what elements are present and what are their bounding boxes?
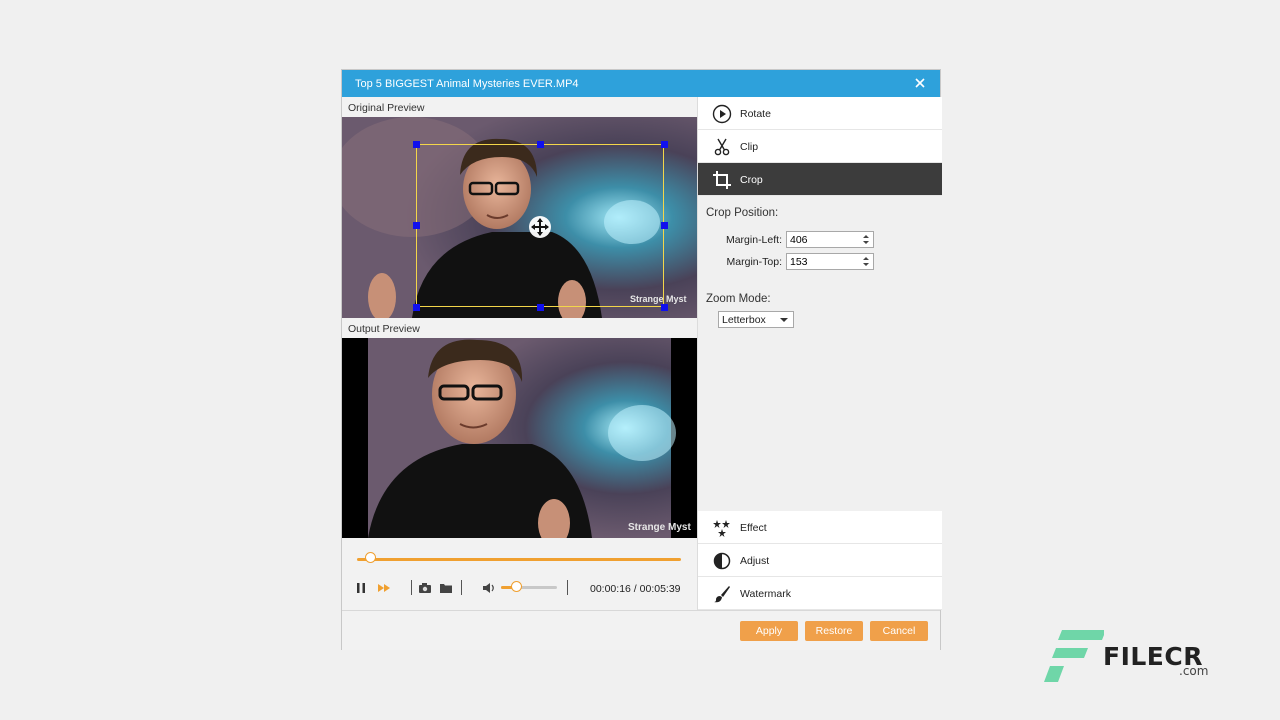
crop-handle-left[interactable]	[413, 222, 420, 229]
zoom-mode-title: Zoom Mode:	[706, 293, 771, 305]
tool-watermark[interactable]: Watermark	[698, 577, 942, 610]
separator	[567, 580, 568, 595]
window-title: Top 5 BIGGEST Animal Mysteries EVER.MP4	[355, 78, 579, 90]
crop-handle-right[interactable]	[661, 222, 668, 229]
tool-rotate-label: Rotate	[740, 108, 771, 120]
margin-top-input[interactable]	[790, 255, 856, 268]
margin-left-label: Margin-Left:	[702, 234, 782, 246]
spinner-arrows-icon[interactable]	[861, 255, 871, 268]
tool-adjust[interactable]: Adjust	[698, 544, 942, 577]
zoom-mode-select[interactable]: Letterbox	[718, 311, 794, 328]
crop-handle-top-left[interactable]	[413, 141, 420, 148]
spinner-arrows-icon[interactable]	[861, 233, 871, 246]
dialog-footer: Apply Restore Cancel	[342, 610, 940, 650]
zoom-mode-value: Letterbox	[722, 314, 766, 326]
tool-clip-label: Clip	[740, 141, 758, 153]
rotate-icon	[712, 104, 732, 124]
chevron-down-icon	[780, 318, 788, 322]
volume-icon[interactable]	[482, 581, 496, 595]
separator	[461, 580, 462, 595]
folder-icon[interactable]	[439, 581, 453, 595]
crop-handle-top-right[interactable]	[661, 141, 668, 148]
tool-effect-label: Effect	[740, 522, 767, 534]
current-time: 00:00:16	[590, 583, 631, 595]
brush-icon	[712, 584, 732, 604]
time-display: 00:00:16 / 00:05:39	[590, 583, 681, 595]
margin-top-label: Margin-Top:	[702, 256, 782, 268]
close-icon[interactable]	[912, 75, 928, 91]
tool-adjust-label: Adjust	[740, 555, 769, 567]
crop-icon	[712, 170, 732, 190]
effect-stars-icon	[712, 518, 732, 538]
tool-rotate[interactable]: Rotate	[698, 97, 942, 130]
original-preview-video: Strange Myst	[342, 117, 697, 318]
tool-watermark-label: Watermark	[740, 588, 791, 600]
adjust-icon	[712, 551, 732, 571]
margin-left-spinner[interactable]	[786, 231, 874, 248]
margin-top-spinner[interactable]	[786, 253, 874, 270]
move-cursor-icon[interactable]	[528, 215, 552, 239]
restore-button[interactable]: Restore	[805, 621, 863, 641]
tool-crop-label: Crop	[740, 174, 763, 186]
original-preview-label: Original Preview	[348, 102, 424, 114]
margin-left-input[interactable]	[790, 233, 856, 246]
volume-knob[interactable]	[511, 581, 522, 592]
progress-bar[interactable]	[357, 558, 681, 561]
progress-knob[interactable]	[365, 552, 376, 563]
crop-position-title: Crop Position:	[706, 207, 778, 219]
filecr-logo-icon	[1044, 628, 1104, 684]
player-controls: 00:00:16 / 00:05:39	[342, 538, 697, 610]
tools-panel: Rotate Clip Crop Crop Position: Margin-L…	[697, 97, 941, 610]
time-separator: /	[634, 583, 637, 595]
camera-icon[interactable]	[418, 581, 432, 595]
crop-handle-bottom[interactable]	[537, 304, 544, 311]
total-time: 00:05:39	[640, 583, 681, 595]
preview-panel: Original Preview	[342, 97, 697, 610]
crop-handle-bottom-right[interactable]	[661, 304, 668, 311]
apply-button[interactable]: Apply	[740, 621, 798, 641]
video-editor-window: Top 5 BIGGEST Animal Mysteries EVER.MP4 …	[341, 69, 941, 650]
fast-forward-icon[interactable]	[377, 581, 391, 595]
tool-crop[interactable]: Crop	[698, 163, 942, 196]
output-preview-label: Output Preview	[348, 323, 420, 335]
pause-icon[interactable]	[354, 581, 368, 595]
scissors-icon	[712, 137, 732, 157]
tool-clip[interactable]: Clip	[698, 130, 942, 163]
cancel-button[interactable]: Cancel	[870, 621, 928, 641]
tool-effect[interactable]: Effect	[698, 511, 942, 544]
crop-handle-top[interactable]	[537, 141, 544, 148]
separator	[411, 580, 412, 595]
crop-handle-bottom-left[interactable]	[413, 304, 420, 311]
filecr-watermark: FILECR .com	[1044, 628, 1214, 684]
output-video-frame: Strange Myst	[342, 338, 697, 538]
output-preview-video: Strange Myst	[342, 338, 697, 538]
title-bar: Top 5 BIGGEST Animal Mysteries EVER.MP4	[342, 70, 940, 97]
filecr-domain: .com	[1179, 664, 1208, 678]
video-caption-output: Strange Myst	[628, 522, 691, 533]
volume-slider[interactable]	[501, 586, 557, 589]
